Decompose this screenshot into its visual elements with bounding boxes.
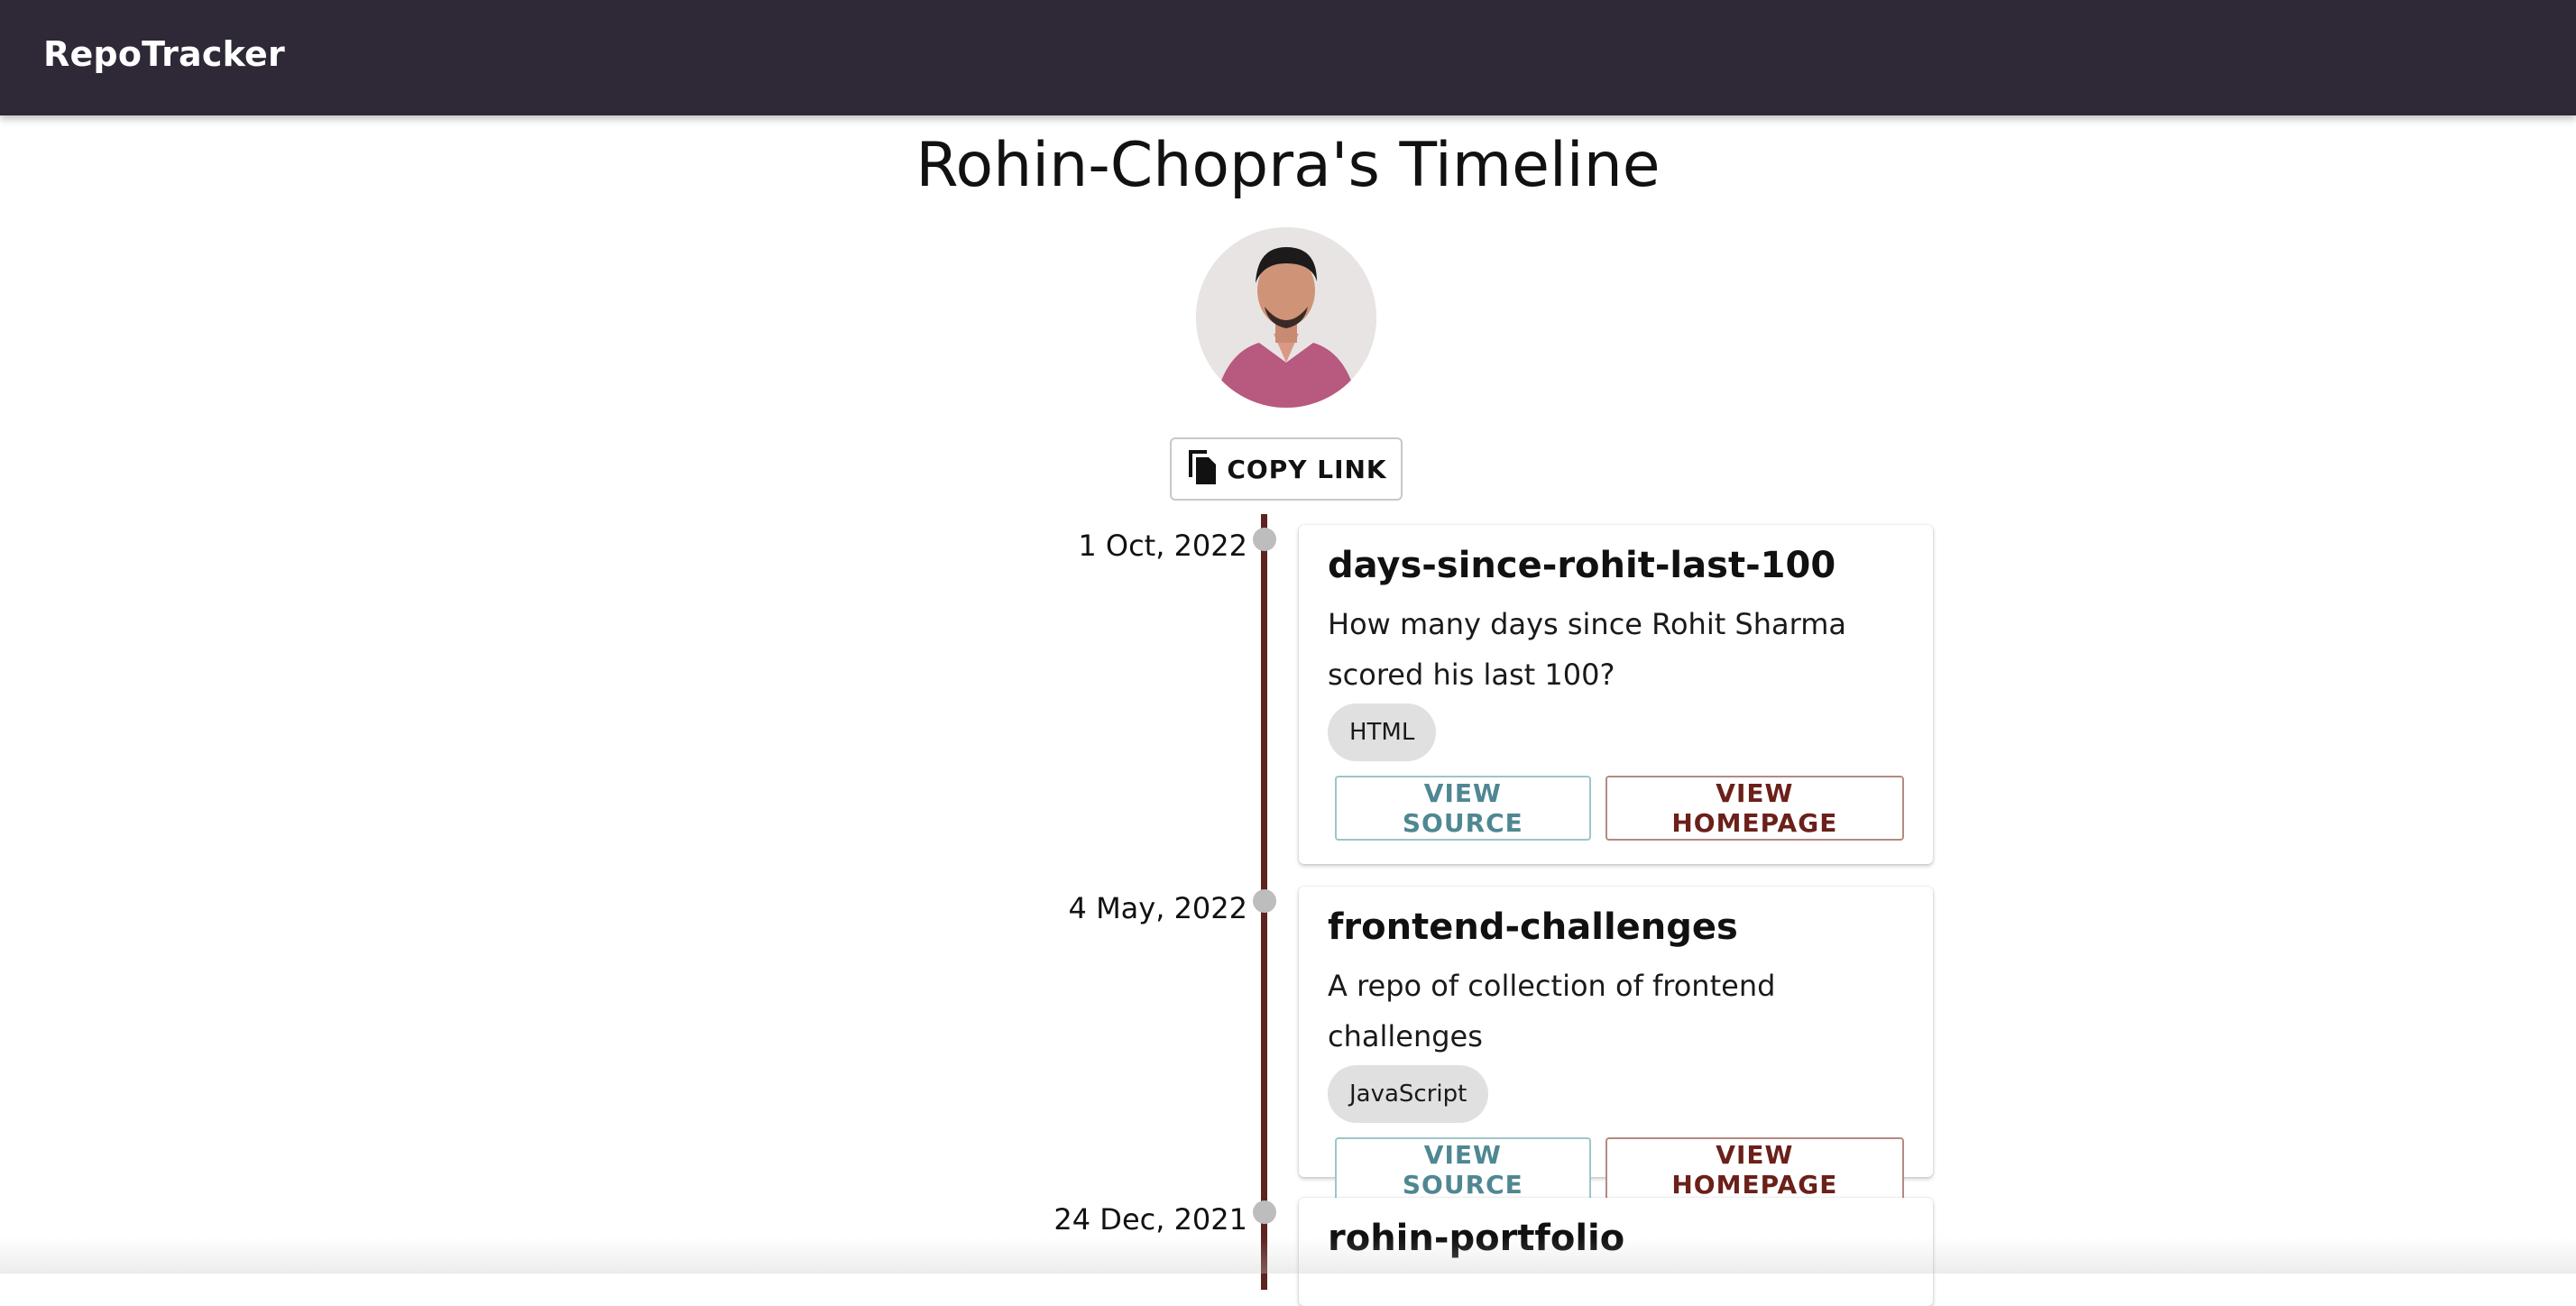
language-chip: JavaScript xyxy=(1328,1065,1489,1123)
repo-description: A repo of collection of frontend challen… xyxy=(1328,969,1776,1053)
app-bar: RepoTracker xyxy=(0,0,2576,115)
scroll-shadow xyxy=(0,1237,2576,1274)
copy-icon xyxy=(1185,446,1221,492)
repo-name: days-since-rohit-last-100 xyxy=(1328,545,1836,586)
copy-link-button[interactable]: COPY LINK xyxy=(1170,437,1403,501)
timeline-date: 4 May, 2022 xyxy=(1068,891,1247,925)
timeline-date: 24 Dec, 2021 xyxy=(1053,1202,1247,1237)
page-title: Rohin-Chopra's Timeline xyxy=(915,130,1661,201)
repo-card: days-since-rohit-last-100 How many days … xyxy=(1299,525,1933,864)
timeline-dot xyxy=(1253,889,1276,913)
app-title[interactable]: RepoTracker xyxy=(43,34,285,74)
timeline-date: 1 Oct, 2022 xyxy=(1078,529,1247,563)
repo-name: frontend-challenges xyxy=(1328,906,1738,948)
timeline-dot xyxy=(1253,1200,1276,1224)
view-homepage-button[interactable]: VIEW HOMEPAGE xyxy=(1605,1137,1904,1202)
avatar-photo xyxy=(1196,227,1376,408)
timeline-dot xyxy=(1253,528,1276,551)
repo-description: How many days since Rohit Sharma scored … xyxy=(1328,607,1846,692)
view-source-button[interactable]: VIEW SOURCE xyxy=(1335,1137,1591,1202)
avatar xyxy=(1196,227,1376,408)
repo-card: frontend-challenges A repo of collection… xyxy=(1299,887,1933,1202)
language-chip: HTML xyxy=(1328,704,1437,761)
copy-link-label: COPY LINK xyxy=(1227,454,1387,484)
view-homepage-button[interactable]: VIEW HOMEPAGE xyxy=(1605,776,1904,841)
view-source-button[interactable]: VIEW SOURCE xyxy=(1335,776,1591,841)
